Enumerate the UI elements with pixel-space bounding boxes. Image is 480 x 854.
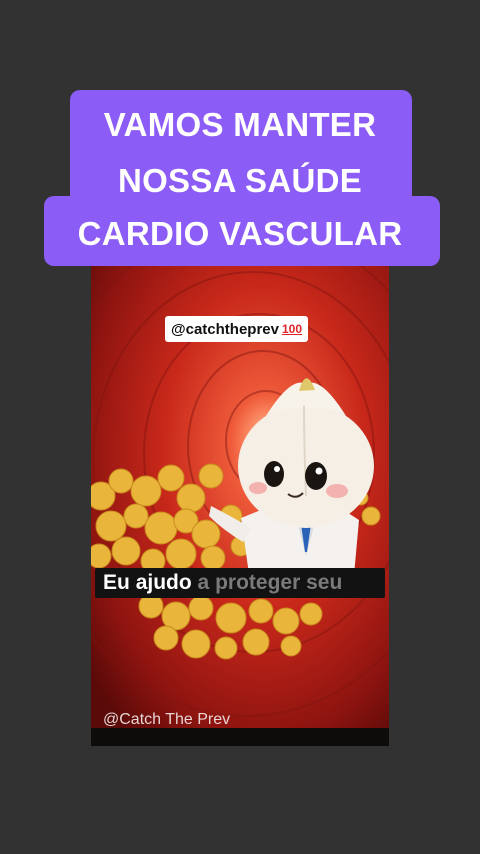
caption-word: ajudo	[135, 571, 192, 594]
reel-screen: VAMOS MANTER NOSSA SAÚDE CARDIO VASCULAR	[0, 0, 480, 854]
video-bottom-bar	[91, 728, 389, 746]
caption-word: proteger	[215, 571, 301, 594]
caption-word: Eu	[103, 571, 130, 594]
caption-word: a	[197, 571, 210, 594]
banner-line-2: NOSSA SAÚDE	[117, 162, 363, 199]
video-player[interactable]: @catchtheprev 100 Eu ajudo a proteger se…	[91, 266, 389, 746]
banner-line-1: VAMOS MANTER	[103, 106, 377, 143]
banner-line-3: CARDIO VASCULAR	[77, 215, 403, 252]
creator-handle-tag: @catchtheprev 100	[165, 316, 309, 342]
caption-word: seu	[306, 571, 343, 594]
handle-text: @catchtheprev	[171, 320, 279, 338]
hundred-points-icon: 100	[282, 322, 303, 336]
watermark: @Catch The Prev	[103, 711, 231, 728]
caption-subtitle: Eu ajudo a proteger seu	[95, 568, 385, 598]
